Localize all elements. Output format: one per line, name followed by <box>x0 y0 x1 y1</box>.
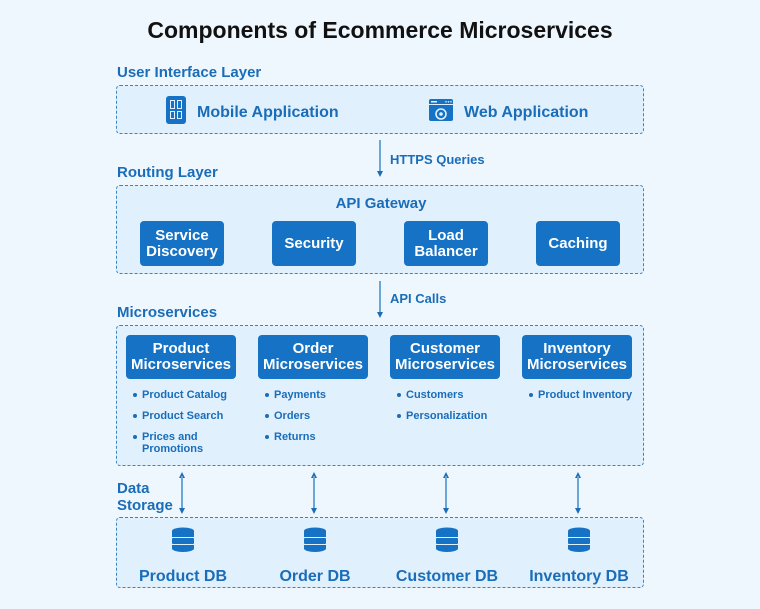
customer-db-label: Customer DB <box>395 568 499 585</box>
https-arrowhead <box>376 171 383 177</box>
data-storage-panel: Product DB Order DB Customer DB Inventor… <box>116 517 644 588</box>
order-ms-suffix: Microservices <box>262 356 364 373</box>
order-db-arrow-down <box>310 508 317 514</box>
routing-layer-panel: API Gateway Service Discovery Security L… <box>116 185 644 274</box>
order-db-arrow <box>313 476 315 510</box>
api-calls-arrow <box>379 281 381 313</box>
microservices-label: Microservices <box>117 304 218 321</box>
mobile-app-icon <box>165 95 187 130</box>
product-ms-suffix: Microservices <box>130 356 232 373</box>
product-features-list: Product Catalog Product Search Prices an… <box>132 389 242 464</box>
feature-item: Product Inventory <box>528 389 648 401</box>
customer-microservices-box: Customer Microservices <box>390 335 500 379</box>
inventory-ms-name: Inventory <box>543 340 611 357</box>
product-db-label: Product DB <box>139 568 227 585</box>
customer-ms-name: Customer <box>409 340 480 357</box>
data-storage-label-line1: Data <box>117 480 150 497</box>
database-icon <box>435 527 459 558</box>
feature-item: Payments <box>264 389 374 401</box>
feature-item: Prices and Promotions <box>132 431 212 455</box>
microservices-panel: Product Microservices Order Microservice… <box>116 325 644 466</box>
inventory-db-arrow <box>577 476 579 510</box>
inventory-db: Inventory DB <box>514 527 644 586</box>
product-db-arrow-down <box>178 508 185 514</box>
customer-db: Customer DB <box>382 527 512 586</box>
inventory-db-arrow-down <box>574 508 581 514</box>
api-gateway-label: API Gateway <box>335 195 427 212</box>
ui-layer-label: User Interface Layer <box>117 64 262 81</box>
customer-features-list: Customers Personalization <box>396 389 516 431</box>
security-box: Security <box>272 221 356 266</box>
api-calls-label: API Calls <box>390 291 447 306</box>
feature-item: Product Search <box>132 410 242 422</box>
https-arrow <box>379 140 381 172</box>
customer-ms-suffix: Microservices <box>394 356 496 373</box>
inventory-microservices-box: Inventory Microservices <box>522 335 632 379</box>
api-calls-arrowhead <box>376 312 383 318</box>
database-icon <box>303 527 327 558</box>
feature-item: Product Catalog <box>132 389 242 401</box>
order-ms-name: Order <box>292 340 334 357</box>
database-icon <box>171 527 195 558</box>
database-icon <box>567 527 591 558</box>
mobile-application: Mobile Application <box>165 95 339 130</box>
ui-layer-panel: Mobile Application Web Application <box>116 85 644 134</box>
order-features-list: Payments Orders Returns <box>264 389 374 452</box>
inventory-ms-suffix: Microservices <box>526 356 628 373</box>
product-ms-name: Product <box>152 340 210 357</box>
caching-box: Caching <box>536 221 620 266</box>
feature-item: Orders <box>264 410 374 422</box>
routing-layer-label: Routing Layer <box>117 164 218 181</box>
product-db: Product DB <box>118 527 248 586</box>
web-application-label: Web Application <box>464 103 589 121</box>
order-microservices-box: Order Microservices <box>258 335 368 379</box>
data-storage-label-line2: Storage <box>117 497 173 514</box>
feature-item: Personalization <box>396 410 516 422</box>
feature-item: Customers <box>396 389 516 401</box>
inventory-features-list: Product Inventory <box>528 389 648 410</box>
service-discovery-box: Service Discovery <box>140 221 224 266</box>
web-app-icon <box>428 98 454 127</box>
mobile-application-label: Mobile Application <box>197 103 339 121</box>
feature-item: Returns <box>264 431 374 443</box>
order-db-label: Order DB <box>279 568 351 585</box>
product-microservices-box: Product Microservices <box>126 335 236 379</box>
customer-db-arrow-down <box>442 508 449 514</box>
product-db-arrow <box>181 476 183 510</box>
data-storage-label: Data Storage <box>117 480 173 514</box>
load-balancer-box: Load Balancer <box>404 221 488 266</box>
customer-db-arrow <box>445 476 447 510</box>
inventory-db-label: Inventory DB <box>529 568 629 585</box>
web-application: Web Application <box>428 98 588 127</box>
https-queries-label: HTTPS Queries <box>390 152 485 167</box>
diagram-title: Components of Ecommerce Microservices <box>147 17 613 43</box>
order-db: Order DB <box>250 527 380 586</box>
